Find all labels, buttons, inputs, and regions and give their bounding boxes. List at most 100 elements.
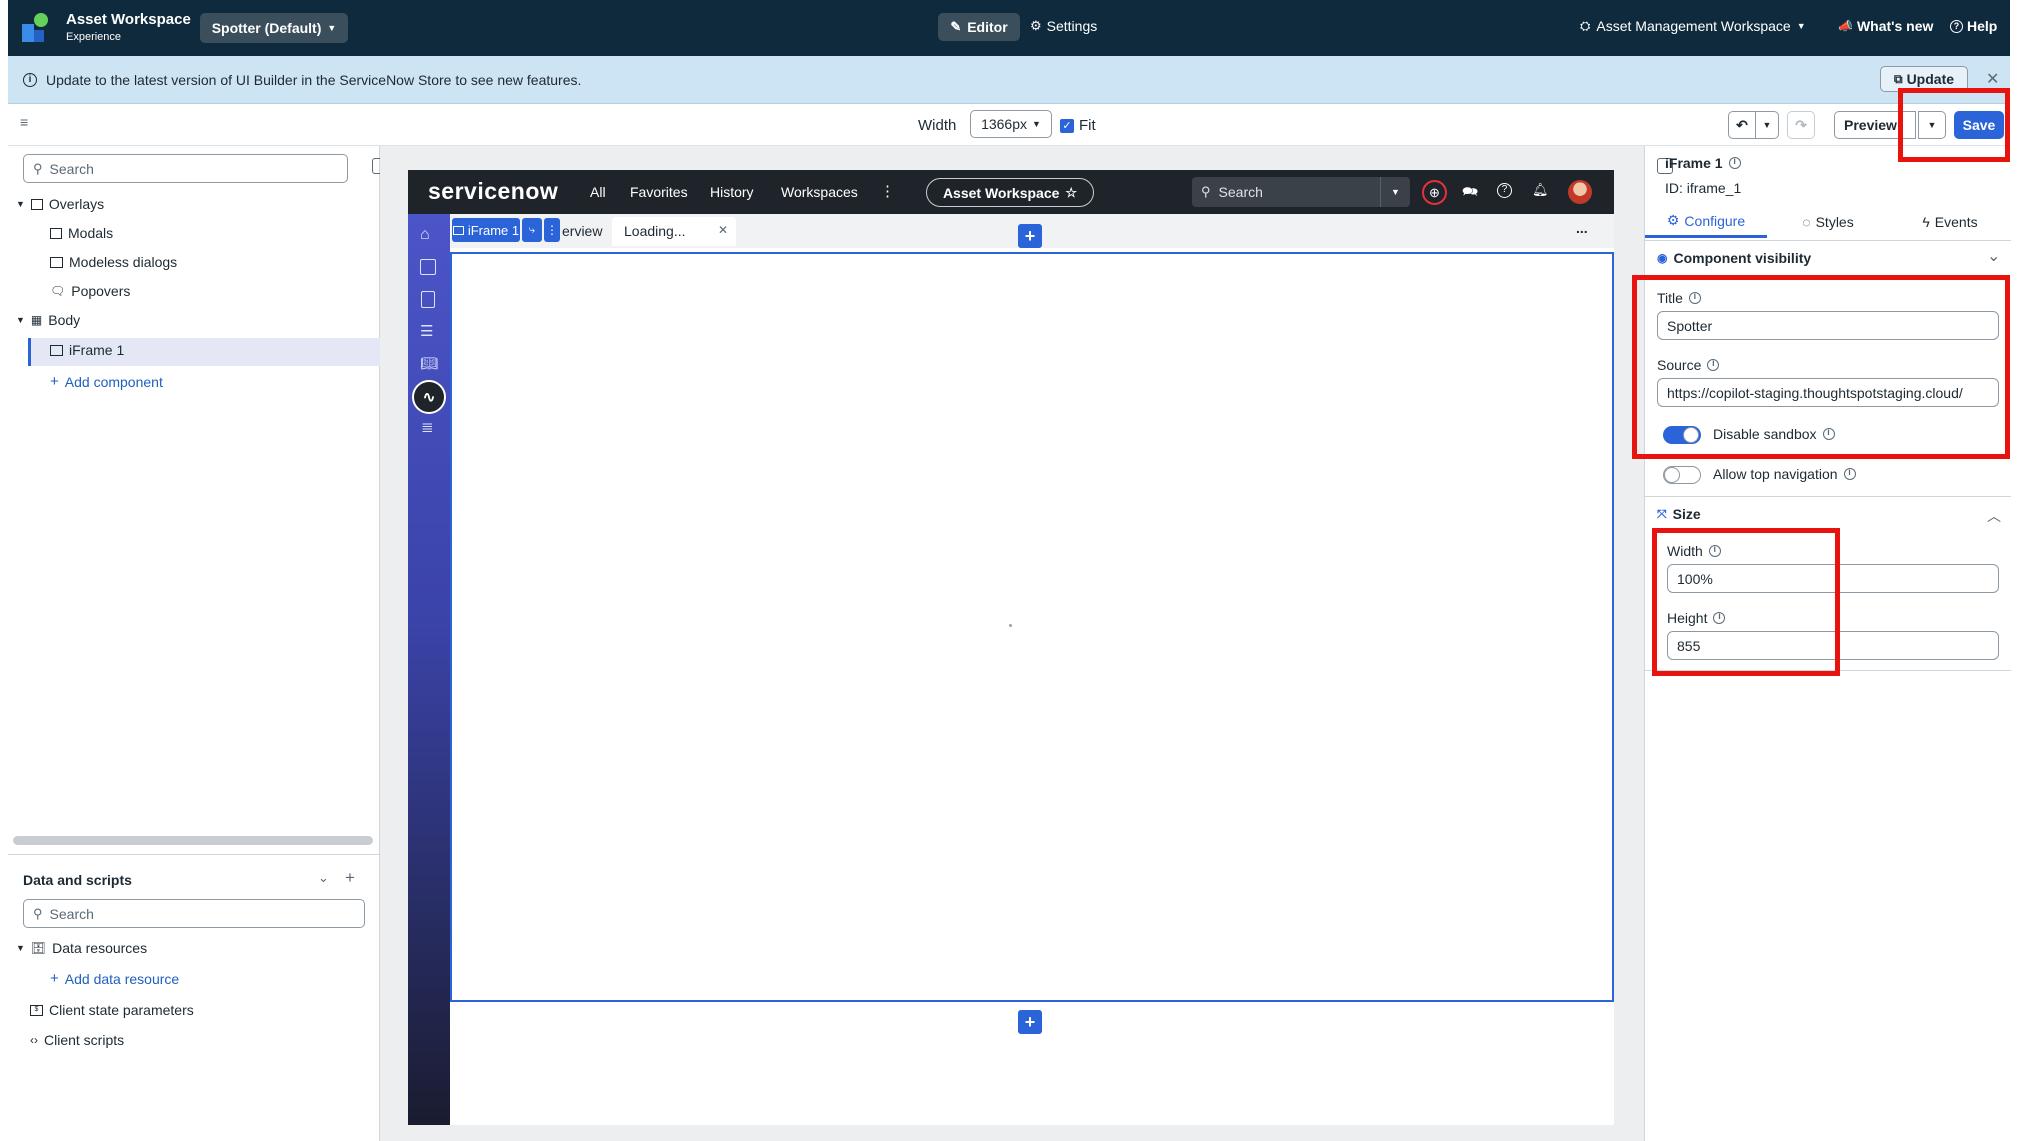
tree-label-overlays: Overlays xyxy=(48,196,105,212)
iframe-chip-label: iFrame 1 xyxy=(467,222,520,238)
pencil-icon: ✎ xyxy=(950,19,962,34)
component-name-label: iFrame 1 xyxy=(1665,155,1723,171)
expand-icon: ⤧ xyxy=(1657,506,1667,521)
tab-configure[interactable]: ⚙ Configure xyxy=(1645,206,1767,238)
data-search-input[interactable]: ⚲ Search xyxy=(23,899,365,928)
section-size[interactable]: ⤧ Size xyxy=(1657,506,1701,522)
tree-item-iframe[interactable]: iFrame 1 xyxy=(50,342,124,358)
iframe-component[interactable] xyxy=(450,252,1614,1002)
undo-history-dropdown[interactable]: ▼ xyxy=(1755,111,1779,139)
select-parent-button[interactable]: ⤷ xyxy=(522,218,542,242)
clipboard-icon[interactable] xyxy=(421,291,435,308)
servicenow-logo: servicenow xyxy=(428,178,559,204)
tree-item-modeless-dialogs[interactable]: Modeless dialogs xyxy=(50,254,177,270)
info-icon[interactable] xyxy=(1728,156,1741,169)
help-icon: ? xyxy=(1950,19,1963,33)
workspace-pill[interactable]: Asset Workspace ☆ xyxy=(926,178,1094,207)
allow-top-navigation-toggle[interactable] xyxy=(1663,466,1701,484)
caret-down-icon: ▼ xyxy=(16,943,25,953)
width-dropdown[interactable]: 1366px ▼ xyxy=(970,110,1052,138)
tree-item-overlays[interactable]: ▼ Overlays xyxy=(16,196,104,212)
variant-dropdown[interactable]: Spotter (Default) ▼ xyxy=(200,13,348,43)
app-logo-icon xyxy=(22,12,50,42)
tab-events[interactable]: ϟ Events xyxy=(1889,206,2011,238)
nav-all[interactable]: All xyxy=(590,184,606,200)
section-size-label: Size xyxy=(1672,506,1701,522)
tree-item-body[interactable]: ▼ ▦ Body xyxy=(16,312,80,328)
allow-top-nav-text: Allow top navigation xyxy=(1713,466,1838,482)
section-visibility-label: Component visibility xyxy=(1673,250,1812,266)
nav-favorites[interactable]: Favorites xyxy=(630,184,688,200)
top-bar: Asset Workspace Experience Spotter (Defa… xyxy=(8,0,2010,56)
chevron-down-icon[interactable]: ⌄ xyxy=(1987,246,2000,266)
chat-icon[interactable]: 🗪 xyxy=(1462,183,1478,205)
tab-overview[interactable]: erview xyxy=(562,223,602,239)
book-icon[interactable]: 📖︎ xyxy=(420,355,438,372)
tree-item-popovers[interactable]: 🗨 Popovers xyxy=(50,283,130,299)
tab-loading[interactable]: Loading... ✕ xyxy=(612,217,736,246)
highlight-save xyxy=(1898,88,2010,162)
tree-item-client-state[interactable]: $ Client state parameters xyxy=(30,1002,194,1018)
tree-item-data-resources[interactable]: ▼ 🗄 Data resources xyxy=(16,940,147,956)
workspace-selector[interactable]: ⛭ Asset Management Workspace ▼ xyxy=(1580,18,1806,34)
iframe-icon xyxy=(50,344,63,356)
search-icon: ⚲ xyxy=(33,160,43,176)
chevron-down-icon: ▼ xyxy=(1391,187,1400,197)
banner-message: Update to the latest version of UI Build… xyxy=(46,72,582,88)
list-icon[interactable]: ≣ xyxy=(421,418,434,436)
settings-tab[interactable]: ⚙ Settings xyxy=(1030,18,1097,34)
search-scope-dropdown[interactable]: ▼ xyxy=(1380,177,1410,207)
more-vertical-icon[interactable]: ⋮ xyxy=(880,182,895,200)
workspace-pill-label: Asset Workspace xyxy=(942,184,1060,201)
close-icon[interactable]: ✕ xyxy=(718,223,728,237)
globe-icon[interactable]: ⊕ xyxy=(1422,180,1447,205)
chevron-up-icon[interactable]: ︿ xyxy=(1987,506,2001,526)
tab-styles[interactable]: ◌ Styles xyxy=(1767,206,1889,238)
bell-icon[interactable]: 🔔︎ xyxy=(1532,182,1549,198)
chevron-down-icon[interactable]: ⌄ xyxy=(318,870,329,886)
section-component-visibility[interactable]: ◉ Component visibility xyxy=(1657,250,1811,266)
add-data-resource-label: Add data resource xyxy=(64,970,180,987)
tree-item-modals[interactable]: Modals xyxy=(50,225,113,241)
component-more-button[interactable]: ⋮ xyxy=(544,218,560,242)
menu-icon[interactable]: ≡ xyxy=(20,114,28,130)
layout-icon: ▦ xyxy=(30,313,43,327)
fit-checkbox[interactable]: ✓ Fit xyxy=(1060,117,1096,134)
tree-label-data-resources: Data resources xyxy=(52,940,148,956)
tab-loading-label: Loading... xyxy=(624,223,686,239)
nav-workspaces[interactable]: Workspaces xyxy=(781,184,858,200)
tree-item-client-scripts[interactable]: ‹› Client scripts xyxy=(30,1032,124,1048)
redo-button[interactable]: ↷ xyxy=(1787,111,1815,139)
plus-icon[interactable]: + xyxy=(345,868,355,888)
close-icon[interactable]: ✕ xyxy=(1986,69,1999,89)
add-component-link[interactable]: + Add component xyxy=(50,373,163,390)
nav-history[interactable]: History xyxy=(710,184,754,200)
global-search-input[interactable]: ⚲ Search xyxy=(1192,177,1380,207)
megaphone-icon: 📣 xyxy=(1838,19,1853,33)
undo-button[interactable]: ↶ xyxy=(1728,111,1756,139)
tab-configure-label: Configure xyxy=(1684,212,1746,229)
caret-down-icon: ▼ xyxy=(16,315,25,325)
pulse-icon[interactable]: ∿ xyxy=(412,380,446,414)
editor-tab[interactable]: ✎ Editor xyxy=(938,13,1020,41)
help-icon[interactable]: ? xyxy=(1497,183,1512,198)
component-search-input[interactable]: ⚲ Search xyxy=(23,154,348,183)
left-panel: ⚲ Search ▼ Overlays Modals Modeless dial… xyxy=(8,146,388,1141)
horizontal-scrollbar[interactable] xyxy=(13,836,373,845)
sliders-icon[interactable]: ☰ xyxy=(420,322,433,340)
building-icon[interactable] xyxy=(420,259,436,275)
home-icon[interactable]: ⌂ xyxy=(420,226,430,244)
add-tab-button[interactable]: + xyxy=(1018,224,1042,248)
iframe-component-chip[interactable]: iFrame 1 xyxy=(452,218,520,242)
help-link[interactable]: ? Help xyxy=(1950,18,1997,34)
app-name: Asset Workspace xyxy=(66,11,191,28)
whats-new-link[interactable]: 📣 What's new xyxy=(1838,18,1933,34)
avatar[interactable] xyxy=(1568,180,1592,204)
info-icon[interactable] xyxy=(1843,467,1856,480)
more-horizontal-icon[interactable]: ... xyxy=(1576,220,1588,236)
plus-icon: + xyxy=(50,373,59,390)
add-component-below-button[interactable]: + xyxy=(1018,1010,1042,1034)
add-data-resource-link[interactable]: + Add data resource xyxy=(50,970,179,987)
plus-icon: + xyxy=(50,970,59,987)
component-search-placeholder: Search xyxy=(49,160,94,177)
